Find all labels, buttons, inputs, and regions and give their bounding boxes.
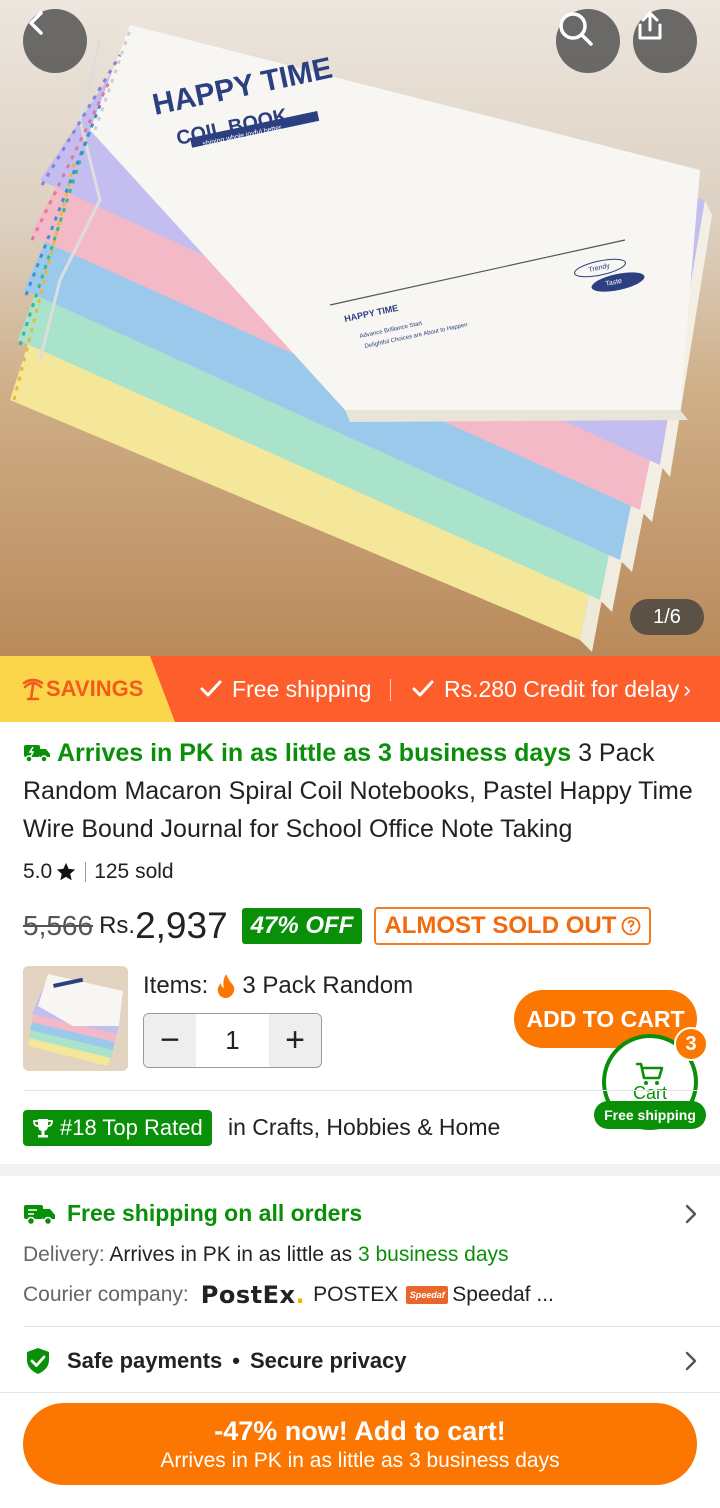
search-button[interactable] (556, 9, 620, 73)
increase-quantity-button[interactable]: + (269, 1014, 321, 1067)
quantity-value[interactable]: 1 (196, 1014, 269, 1067)
cta-line1: -47% now! Add to cart! (214, 1415, 506, 1446)
flame-icon (218, 974, 235, 998)
original-price: 5,566 (23, 910, 94, 941)
delivery-label: Delivery: (23, 1243, 105, 1266)
items-label: Items: (143, 972, 209, 999)
star-icon (57, 862, 76, 881)
rating-divider (85, 862, 87, 882)
check-icon (200, 680, 222, 697)
delivery-text: Arrives in PK in as little as (104, 1243, 358, 1266)
share-button[interactable] (633, 9, 697, 73)
image-pager: 1/6 (630, 599, 704, 635)
rank-category[interactable]: in Crafts, Hobbies & Home (228, 1114, 500, 1141)
chevron-right-icon[interactable] (684, 1350, 698, 1372)
courier2-name: Speedaf ... (452, 1283, 554, 1306)
sale-price: 2,937 (135, 905, 228, 946)
product-title: Arrives in PK in as little as 3 business… (23, 734, 703, 848)
free-shipping-promo: Free shipping (200, 656, 371, 722)
cta-line2: Arrives in PK in as little as 3 business… (160, 1448, 560, 1472)
section-gap (0, 1164, 720, 1176)
delivery-days: 3 business days (357, 1243, 509, 1266)
arrival-text: Arrives in PK in as little as 3 business… (57, 739, 572, 767)
product-photo: HAPPY TIME COIL BOOK shining whole joyfu… (0, 0, 720, 656)
savings-label: SAVINGS (0, 656, 175, 722)
selected-variant: 3 Pack Random (242, 972, 414, 999)
decrease-quantity-button[interactable]: − (144, 1014, 196, 1067)
cart-free-shipping-badge: Free shipping (594, 1101, 706, 1129)
top-rated-badge[interactable]: #18 Top Rated (23, 1110, 212, 1146)
free-shipping-section[interactable]: Free shipping on all orders (23, 1200, 362, 1227)
chevron-right-icon: › (683, 675, 691, 702)
courier-info: Courier company: PostEx. POSTEX Speedaf … (23, 1281, 554, 1309)
check-icon (412, 680, 434, 697)
courier1-name: POSTEX (313, 1283, 399, 1306)
speedaf-logo: Speedaf (406, 1286, 449, 1304)
quantity-stepper: − 1 + (143, 1013, 322, 1068)
delivery-info: Delivery: Arrives in PK in as little as … (23, 1243, 509, 1267)
discount-badge: 47% OFF (241, 908, 363, 944)
rating-row[interactable]: 5.0 125 sold (23, 860, 174, 884)
currency: Rs. (99, 912, 136, 939)
product-image-carousel[interactable]: HAPPY TIME COIL BOOK shining whole joyfu… (0, 0, 720, 656)
variant-thumbnail-image (23, 966, 128, 1071)
share-icon (638, 11, 662, 40)
stock-status-badge[interactable]: ALMOST SOLD OUT (374, 907, 652, 945)
question-icon (621, 916, 641, 936)
back-icon (29, 11, 43, 35)
search-icon (559, 12, 593, 46)
sold-count: 125 sold (94, 860, 174, 883)
items-label-row: Items: 3 Pack Random (143, 972, 413, 1000)
courier-label: Courier company: (23, 1283, 189, 1306)
divider (0, 1392, 720, 1393)
postex-logo: PostEx. (200, 1281, 306, 1309)
chevron-right-icon[interactable] (684, 1203, 698, 1225)
divider (23, 1326, 720, 1327)
back-button[interactable] (23, 9, 87, 73)
credit-promo: Rs.280 Credit for delay › (412, 656, 691, 722)
divider (23, 1090, 697, 1091)
shield-check-icon (27, 1348, 49, 1374)
trophy-icon (33, 1119, 53, 1138)
variant-thumbnail[interactable] (23, 966, 128, 1071)
palm-icon (22, 678, 44, 701)
truck-icon (24, 1204, 55, 1225)
cart-count-badge: 3 (674, 1027, 708, 1061)
bottom-add-to-cart-button[interactable]: -47% now! Add to cart! Arrives in PK in … (23, 1403, 697, 1485)
rating-value: 5.0 (23, 860, 53, 883)
price-row: 5,566 Rs. 2,937 47% OFF ALMOST SOLD OUT (23, 902, 652, 950)
truck-icon (24, 745, 50, 763)
safe-payments-section[interactable]: Safe payments • Secure privacy (23, 1346, 407, 1376)
savings-banner[interactable]: SAVINGS Free shipping Rs.280 Credit for … (0, 656, 720, 722)
banner-divider (390, 679, 391, 701)
